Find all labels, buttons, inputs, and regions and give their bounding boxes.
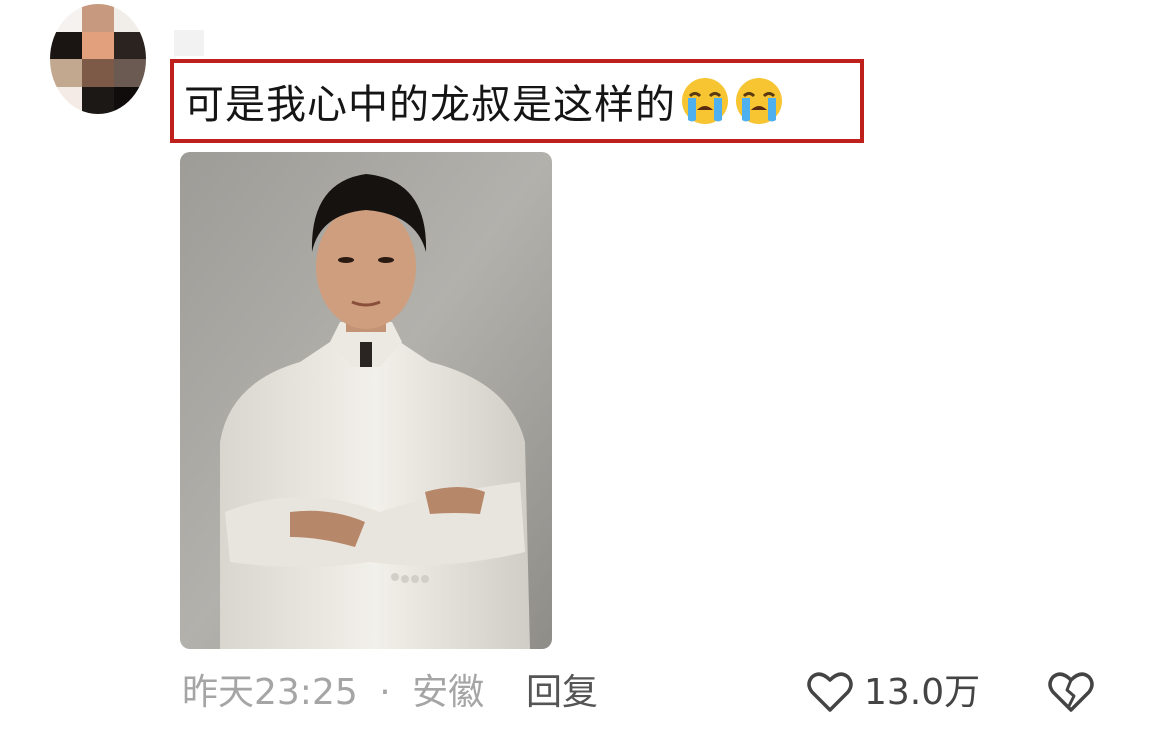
reply-button[interactable]: 回复 <box>526 668 598 718</box>
like-count: 13.0万 <box>864 672 981 713</box>
crying-face-icon <box>682 78 728 124</box>
broken-heart-icon[interactable] <box>1047 670 1095 714</box>
username-placeholder[interactable] <box>174 30 204 56</box>
comment-text: 可是我心中的龙叔是这样的 <box>184 82 676 128</box>
comment-meta: 昨天23:25 · 安徽 <box>182 668 484 718</box>
comment-location: 安徽 <box>412 672 485 713</box>
crying-face-icon <box>736 78 782 124</box>
comment-highlight-box: 可是我心中的龙叔是这样的 <box>170 59 864 143</box>
avatar[interactable] <box>50 4 146 114</box>
comment-time: 昨天23:25 <box>182 672 358 713</box>
heart-icon[interactable] <box>806 670 854 714</box>
meta-separator: · <box>379 672 391 713</box>
comment-image[interactable] <box>180 152 552 649</box>
